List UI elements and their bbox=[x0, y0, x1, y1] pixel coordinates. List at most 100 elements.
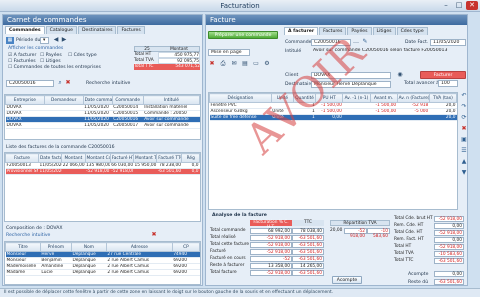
tab-destinataires[interactable]: Destinataires bbox=[78, 26, 117, 34]
analyse-value-ttc: -63 501,60 bbox=[292, 235, 324, 241]
col-demandeur[interactable]: Demandeur bbox=[43, 95, 84, 105]
analyse-value-ttc: 78 038,40 bbox=[292, 228, 324, 234]
table-row[interactable]: DOVAX 11/05/2020 C20050017 Avoir sur comman… bbox=[5, 122, 200, 129]
analyse-value-ttc: -63 501,60 bbox=[292, 242, 324, 248]
search-icon[interactable]: ⌕ bbox=[56, 79, 64, 87]
contact-search-label: Recherche intuitive bbox=[6, 233, 51, 238]
redo-icon[interactable]: ↷ bbox=[460, 103, 468, 111]
col-avant[interactable]: Avant m. bbox=[369, 93, 398, 103]
opt-facturees[interactable]: ☐ Facturées bbox=[8, 59, 36, 64]
arrow-up-icon[interactable]: ▲ bbox=[460, 158, 468, 166]
edit-icon[interactable]: ✎ bbox=[361, 38, 369, 46]
minimize-button[interactable]: – bbox=[440, 1, 452, 10]
calendar-icon[interactable]: ▦ bbox=[6, 37, 14, 44]
clear-search-icon[interactable]: ✖ bbox=[64, 79, 72, 87]
col-nom[interactable]: Nom bbox=[70, 242, 107, 252]
drag-hint-footer[interactable]: Il est possible de déplacer cette fenêtr… bbox=[0, 288, 480, 297]
col-cp[interactable]: CP bbox=[171, 242, 201, 252]
col-intitule[interactable]: Intitulé bbox=[142, 95, 201, 105]
opt-cdes-type[interactable]: ☐ Cdes type bbox=[68, 53, 97, 58]
analyse-value: -52 918,00 bbox=[250, 249, 292, 255]
col-titre[interactable]: Titre bbox=[5, 242, 41, 252]
col-commande[interactable]: Commande bbox=[111, 95, 144, 105]
cell: 0,00 bbox=[315, 114, 343, 121]
col-date[interactable]: Date commande bbox=[82, 95, 113, 105]
col-montant-cde[interactable]: Montant Cde HT bbox=[84, 153, 111, 163]
total-value: 0,00 bbox=[434, 223, 464, 229]
close-button[interactable]: ✕ bbox=[466, 1, 478, 10]
analyse-table: Facturation % C. H.T.TTC bbox=[210, 220, 324, 230]
facture-tabs: A facturer Factures Payées Litiges Cdes … bbox=[284, 27, 428, 35]
summary-ttc-value: 543 071,52 bbox=[158, 64, 200, 70]
settings-icon[interactable]: ⚙ bbox=[263, 60, 271, 68]
total-label: Rem. Fact. HT bbox=[394, 237, 424, 242]
refresh-icon[interactable]: ⟳ bbox=[460, 114, 468, 122]
maximize-button[interactable]: □ bbox=[453, 1, 465, 10]
list-item[interactable]: Madame Lucie Déplanque 2 rue Albert Camus 69… bbox=[5, 269, 200, 276]
email-icon[interactable]: ✉ bbox=[230, 60, 238, 68]
opt-all-companies[interactable]: ☐ Commandes de toutes les entreprises bbox=[8, 65, 101, 70]
summary-ttc-label: Total TTC bbox=[134, 64, 158, 70]
arrow-down-icon[interactable]: ▼ bbox=[460, 169, 468, 177]
recherche-intuitive-label: Recherche intuitive bbox=[86, 81, 131, 86]
opt-litiges[interactable]: ☐ Litiges bbox=[40, 59, 61, 64]
col-reg[interactable]: Rég bbox=[181, 153, 200, 163]
col-av-n[interactable]: Av. n (Facture) bbox=[396, 93, 430, 103]
list-icon[interactable]: ☰ bbox=[460, 147, 468, 155]
remove-line-icon[interactable]: ✖ bbox=[460, 125, 468, 133]
total-value: 0,00 bbox=[434, 237, 464, 243]
summary-count: 25 bbox=[144, 47, 150, 52]
col-adresse[interactable]: Adresse bbox=[105, 242, 173, 252]
opt-a-facturer[interactable]: ☑ A facturer bbox=[8, 53, 36, 58]
pdf-icon[interactable]: ▤ bbox=[241, 60, 249, 68]
total-avance-input[interactable]: 100 bbox=[438, 80, 458, 87]
save-icon[interactable]: ▣ bbox=[460, 136, 468, 144]
prev-icon[interactable]: ◀ bbox=[52, 36, 60, 44]
tab-factures[interactable]: Factures bbox=[117, 26, 145, 34]
tab-payees[interactable]: Payées bbox=[347, 27, 372, 35]
print-icon[interactable]: ⎙ bbox=[219, 60, 227, 68]
delete-icon[interactable]: ✖ bbox=[150, 231, 158, 239]
col-date-facture[interactable]: Date facture bbox=[37, 153, 63, 163]
mise-en-page-select[interactable]: Mise en page bbox=[208, 49, 250, 56]
eye-icon[interactable]: ◉ bbox=[396, 71, 404, 79]
opt-payees-label: Payées bbox=[45, 53, 62, 58]
undo-icon[interactable]: ↶ bbox=[460, 92, 468, 100]
opt-payees[interactable]: ☐ Payées bbox=[40, 53, 62, 58]
next-icon[interactable]: ▶ bbox=[60, 36, 68, 44]
analyse-label: Total commande bbox=[210, 228, 246, 233]
col-montant-ttc[interactable]: Montant TTC bbox=[132, 153, 158, 163]
table-row-provisional[interactable]: Provisionnel SM11/05/2020 -52 918,00-52 9… bbox=[5, 168, 200, 175]
col-av-n1[interactable]: Av. -1 (n-1) bbox=[342, 93, 371, 103]
tab-litiges[interactable]: Litiges bbox=[372, 27, 396, 35]
period-select[interactable]: ▾ bbox=[40, 37, 49, 44]
col-prenom[interactable]: Prénom bbox=[39, 242, 72, 252]
facture-header: Facture bbox=[206, 15, 467, 25]
col-montant[interactable]: Montant bbox=[61, 153, 86, 163]
col-facture-ttc[interactable]: Facturé TTC bbox=[156, 153, 183, 163]
total-avance-label: Total avancer à bbox=[404, 81, 439, 86]
delete-doc-icon[interactable]: ✖ bbox=[208, 60, 216, 68]
col-entreprise[interactable]: Entreprise bbox=[5, 95, 45, 105]
search-input[interactable]: C20050016 bbox=[6, 80, 54, 87]
analyse-label: Facturé bbox=[210, 249, 226, 254]
prepare-order-button[interactable]: Préparer une commande bbox=[208, 31, 278, 39]
col-tva[interactable]: TVA (tax) bbox=[428, 93, 458, 103]
tab-commandes[interactable]: Commandes bbox=[5, 26, 45, 34]
col-facture-ht[interactable]: Facturé HT bbox=[109, 153, 134, 163]
acompte-button[interactable]: Acompte bbox=[332, 276, 362, 284]
total-label: Total Cde. brut HT bbox=[394, 216, 433, 221]
tab-catalogue[interactable]: Catalogue bbox=[45, 26, 77, 34]
cell: Mademoiselle bbox=[5, 263, 41, 270]
window-titlebar[interactable]: Facturation bbox=[0, 0, 480, 12]
tab-cdes-type[interactable]: Cdes type bbox=[396, 27, 428, 35]
analyse-label: Total cette facture bbox=[210, 242, 250, 247]
col-facture[interactable]: Facture bbox=[5, 153, 39, 163]
date-fact-input[interactable]: 11/05/2020 bbox=[430, 39, 466, 46]
table-row[interactable]: Ascenseur 630kg Unité 1 -1 500,00 -1 500,00-… bbox=[209, 108, 457, 115]
total-value: -52 918,00 bbox=[434, 216, 464, 222]
tab-a-facturer[interactable]: A facturer bbox=[284, 27, 319, 35]
folder-icon[interactable]: ▭ bbox=[252, 60, 260, 68]
facturer-button[interactable]: Facturer bbox=[420, 71, 466, 79]
analyse-label: Total facture bbox=[210, 270, 237, 275]
